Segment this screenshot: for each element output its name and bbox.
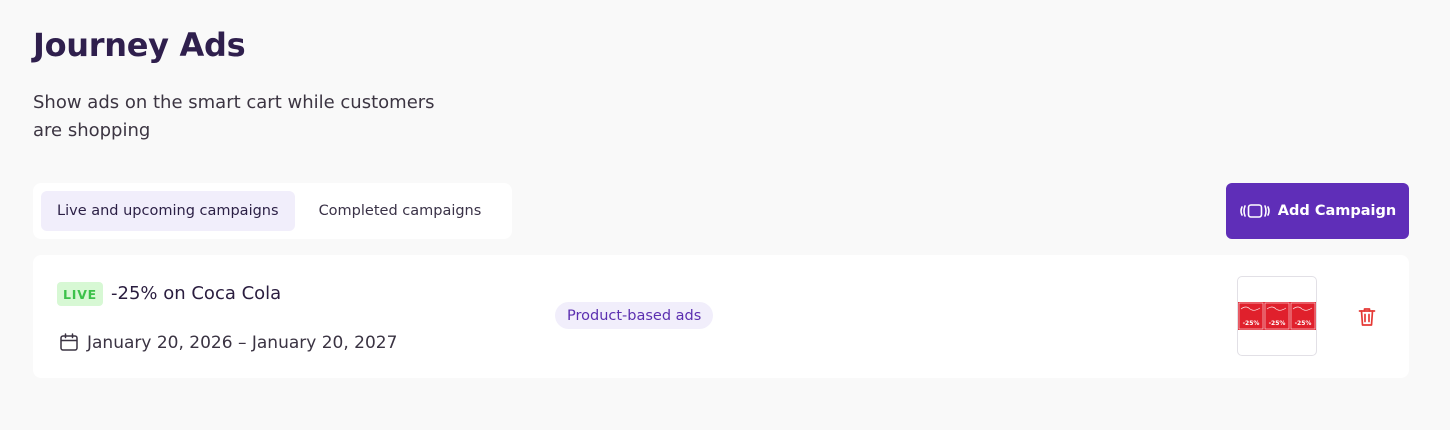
page-title: Journey Ads	[33, 26, 246, 64]
thumb-discount-label-1: -25%	[1243, 320, 1260, 327]
tab-completed[interactable]: Completed campaigns	[303, 191, 498, 231]
journey-ads-page: Journey Ads Show ads on the smart cart w…	[0, 0, 1450, 430]
campaign-name: -25% on Coca Cola	[111, 283, 282, 304]
carousel-icon	[1239, 203, 1271, 219]
ad-thumbnail[interactable]: -25% -25% -25%	[1237, 276, 1317, 356]
add-campaign-button[interactable]: Add Campaign	[1226, 183, 1409, 239]
campaign-type-tag: Product-based ads	[555, 302, 714, 329]
campaign-date-range: January 20, 2026 – January 20, 2027	[87, 333, 398, 353]
page-subtitle: Show ads on the smart cart while custome…	[33, 92, 435, 141]
trash-icon[interactable]	[1356, 305, 1378, 327]
coca-cola-ad-image: -25% -25% -25%	[1238, 302, 1316, 330]
thumb-discount-label-3: -25%	[1295, 320, 1312, 327]
add-campaign-label: Add Campaign	[1277, 203, 1397, 219]
status-badge: LIVE	[57, 282, 103, 306]
campaign-card[interactable]: LIVE -25% on Coca Cola January 20, 2026 …	[33, 255, 1409, 378]
calendar-icon	[59, 332, 79, 356]
tab-live-and-upcoming[interactable]: Live and upcoming campaigns	[41, 191, 295, 231]
thumb-discount-label-2: -25%	[1269, 320, 1286, 327]
campaign-tabs: Live and upcoming campaigns Completed ca…	[33, 183, 512, 239]
